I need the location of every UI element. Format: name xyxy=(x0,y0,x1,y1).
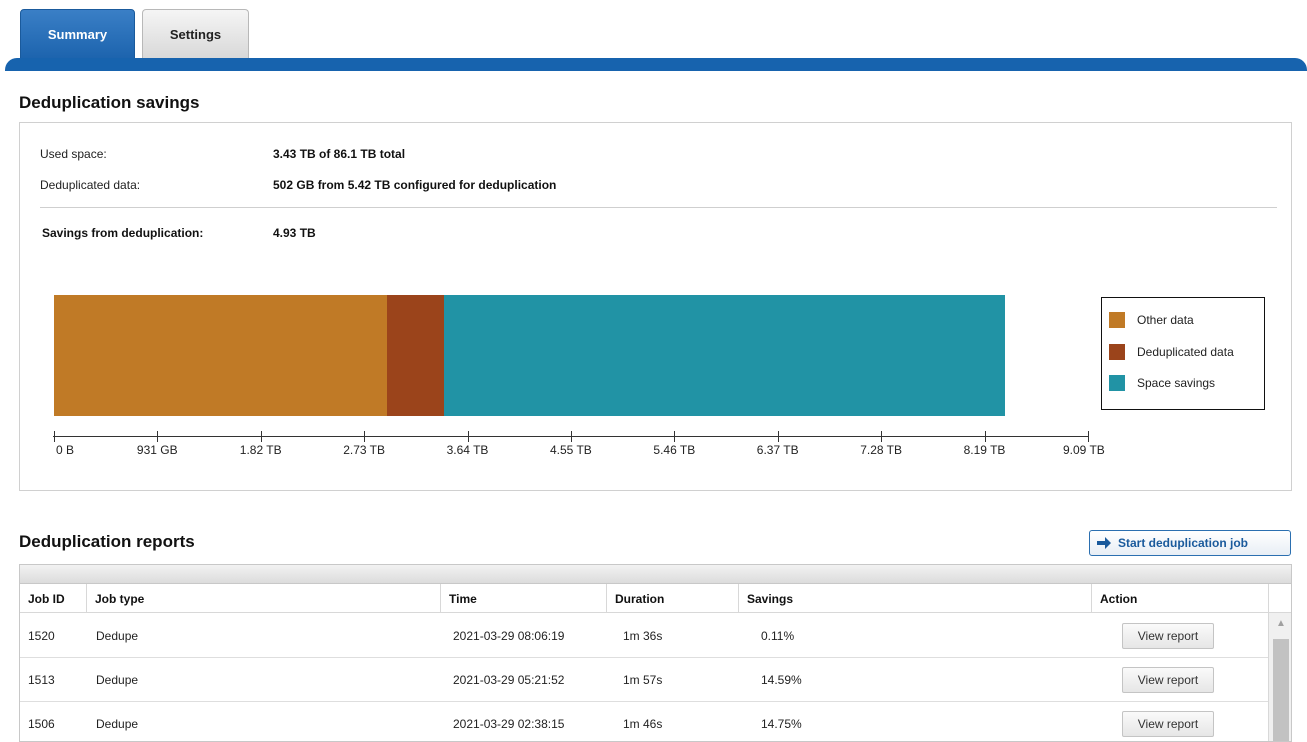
legend-label: Other data xyxy=(1137,313,1194,327)
legend-label: Space savings xyxy=(1137,376,1216,390)
tab-bar xyxy=(5,58,1307,71)
used-space-label: Used space: xyxy=(40,147,107,161)
cell-time: 2021-03-29 02:38:15 xyxy=(453,717,565,731)
view-report-button[interactable]: View report xyxy=(1122,623,1214,649)
axis-tick xyxy=(1088,431,1089,442)
legend-swatch-other xyxy=(1109,312,1125,328)
dedup-data-label: Deduplicated data: xyxy=(40,178,141,192)
savings-panel: Used space: 3.43 TB of 86.1 TB total Ded… xyxy=(19,122,1292,491)
tab-strip: Summary Settings xyxy=(0,0,1307,72)
reports-section-title: Deduplication reports xyxy=(19,532,195,551)
legend-label: Deduplicated data xyxy=(1137,345,1234,359)
axis-tick xyxy=(777,431,779,442)
axis-tick xyxy=(260,431,262,442)
table-row[interactable]: 1513 Dedupe 2021-03-29 05:21:52 1m 57s 1… xyxy=(20,658,1268,702)
table-toolbar xyxy=(20,565,1291,584)
bar-segment-deduplicated-data xyxy=(387,295,445,416)
scrollbar-header xyxy=(1268,584,1291,613)
column-header-job-id[interactable]: Job ID xyxy=(20,584,87,613)
axis-tick xyxy=(157,431,159,442)
tab-settings[interactable]: Settings xyxy=(142,9,249,59)
axis-tick xyxy=(881,431,883,442)
used-space-value: 3.43 TB of 86.1 TB total xyxy=(273,147,406,161)
start-deduplication-job-button[interactable]: Start deduplication job xyxy=(1089,530,1291,556)
column-header-time[interactable]: Time xyxy=(441,584,607,613)
reports-table: Job ID Job type Time Duration Savings Ac… xyxy=(19,564,1292,742)
axis-tick-label: 1.82 TB xyxy=(239,443,282,457)
chart-legend: Other data Deduplicated data Space savin… xyxy=(1101,297,1265,410)
axis-tick-label: 9.09 TB xyxy=(1063,443,1105,457)
axis-tick xyxy=(571,431,572,442)
axis-tick-label: 931 GB xyxy=(136,443,178,457)
cell-job-id: 1513 xyxy=(28,673,55,687)
bar-segment-other-data xyxy=(54,295,388,416)
axis-tick xyxy=(364,431,366,442)
scroll-up-arrow-icon[interactable]: ▲ xyxy=(1269,613,1291,633)
cell-duration: 1m 36s xyxy=(623,629,663,643)
cell-job-type: Dedupe xyxy=(96,673,139,687)
column-header-action[interactable]: Action xyxy=(1092,584,1268,613)
table-header: Job ID Job type Time Duration Savings Ac… xyxy=(20,584,1268,613)
legend-item-deduplicated-data: Deduplicated data xyxy=(1109,344,1234,360)
column-header-duration[interactable]: Duration xyxy=(607,584,739,613)
cell-duration: 1m 46s xyxy=(623,717,663,731)
cell-job-id: 1520 xyxy=(28,629,55,643)
table-row[interactable]: 1506 Dedupe 2021-03-29 02:38:15 1m 46s 1… xyxy=(20,702,1268,741)
cell-savings: 14.59% xyxy=(761,673,802,687)
legend-item-space-savings: Space savings xyxy=(1109,375,1215,391)
start-button-label: Start deduplication job xyxy=(1118,536,1249,550)
legend-item-other-data: Other data xyxy=(1109,312,1194,328)
axis-tick-label: 3.64 TB xyxy=(446,443,489,457)
savings-label: Savings from deduplication: xyxy=(42,226,204,240)
savings-value: 4.93 TB xyxy=(273,226,316,240)
axis-tick xyxy=(674,431,676,442)
column-header-job-type[interactable]: Job type xyxy=(87,584,441,613)
axis-tick-label: 6.37 TB xyxy=(756,443,799,457)
cell-time: 2021-03-29 08:06:19 xyxy=(453,629,565,643)
divider xyxy=(40,207,1277,208)
axis-tick-label: 4.55 TB xyxy=(550,443,592,457)
cell-savings: 14.75% xyxy=(761,717,802,731)
scrollbar-thumb[interactable] xyxy=(1273,639,1289,741)
cell-savings: 0.11% xyxy=(761,629,795,643)
axis-tick xyxy=(54,431,55,442)
cell-job-type: Dedupe xyxy=(96,629,139,643)
column-header-savings[interactable]: Savings xyxy=(739,584,1092,613)
tab-summary[interactable]: Summary xyxy=(20,9,135,59)
cell-job-type: Dedupe xyxy=(96,717,139,731)
arrow-right-icon xyxy=(1097,537,1111,549)
axis-tick-label: 8.19 TB xyxy=(963,443,1006,457)
axis-tick-label: 5.46 TB xyxy=(653,443,696,457)
cell-time: 2021-03-29 05:21:52 xyxy=(453,673,565,687)
dedup-data-value: 502 GB from 5.42 TB configured for dedup… xyxy=(273,178,557,192)
cell-job-id: 1506 xyxy=(28,717,55,731)
table-row[interactable]: 1520 Dedupe 2021-03-29 08:06:19 1m 36s 0… xyxy=(20,614,1268,658)
view-report-button[interactable]: View report xyxy=(1122,667,1214,693)
vertical-scrollbar[interactable]: ▲ xyxy=(1268,613,1291,741)
axis-tick xyxy=(467,431,469,442)
legend-swatch-savings xyxy=(1109,375,1125,391)
bar-segment-space-savings xyxy=(444,295,1005,416)
cell-duration: 1m 57s xyxy=(623,673,663,687)
axis-tick-label: 7.28 TB xyxy=(860,443,902,457)
view-report-button[interactable]: View report xyxy=(1122,711,1214,737)
legend-swatch-deduplicated xyxy=(1109,344,1125,360)
savings-section-title: Deduplication savings xyxy=(19,93,200,112)
axis-tick xyxy=(984,431,986,442)
axis-tick-label: 0 B xyxy=(56,443,75,457)
axis-tick-label: 2.73 TB xyxy=(343,443,385,457)
